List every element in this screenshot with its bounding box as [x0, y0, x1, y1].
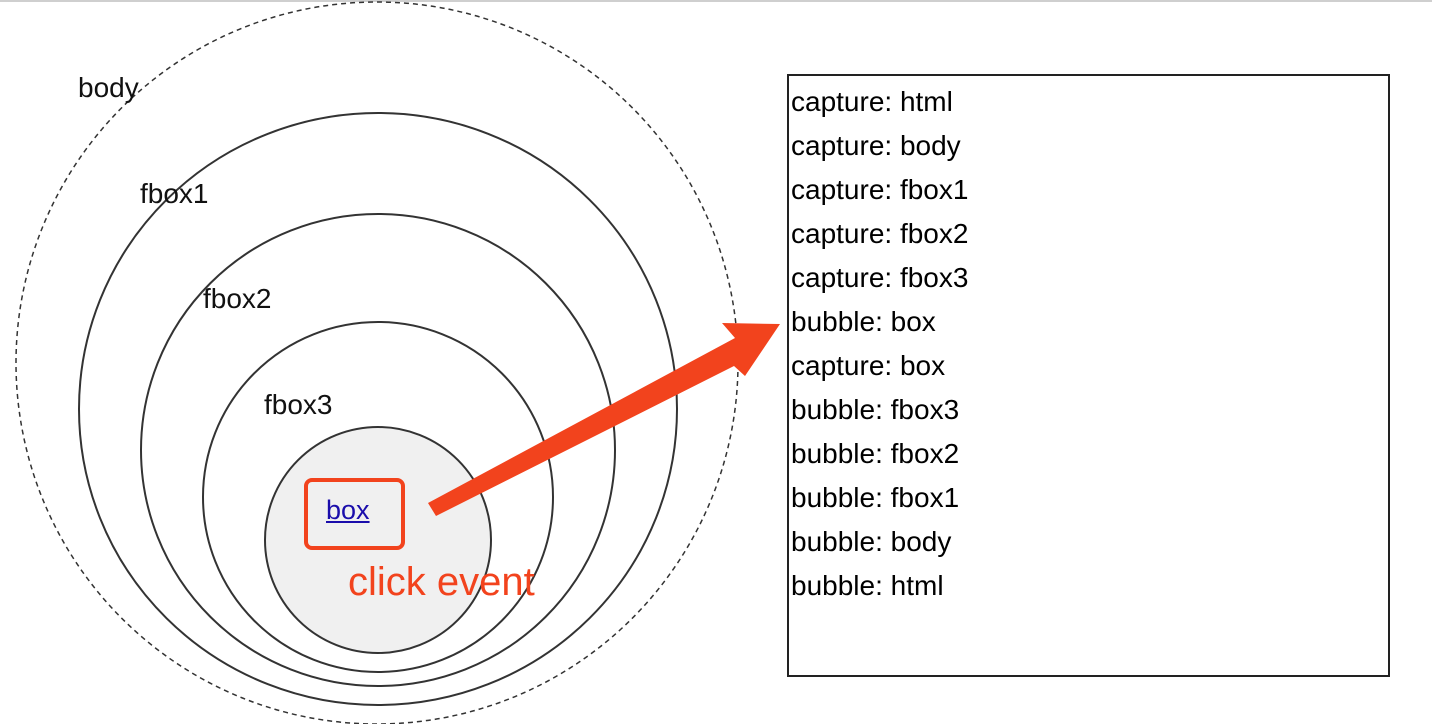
log-entry: capture: fbox3 [791, 262, 969, 293]
event-log-panel: capture: html capture: body capture: fbo… [787, 74, 1390, 677]
log-entry: bubble: box [791, 306, 936, 337]
log-entry: bubble: html [791, 570, 944, 601]
log-entry: capture: box [791, 350, 946, 381]
box-link[interactable]: box [326, 495, 370, 526]
diagonal-arrow [428, 323, 780, 516]
log-entry: bubble: fbox2 [791, 438, 960, 469]
log-entry: capture: body [791, 130, 961, 161]
fbox3-label: fbox3 [264, 389, 333, 420]
fbox1-label: fbox1 [140, 178, 209, 209]
log-entry: capture: html [791, 86, 953, 117]
log-entry: capture: fbox1 [791, 174, 969, 205]
log-entry: bubble: body [791, 526, 952, 557]
body-label: body [78, 72, 139, 103]
click-event-label: click event [348, 560, 535, 604]
fbox2-label: fbox2 [203, 283, 272, 314]
log-entry: bubble: fbox3 [791, 394, 960, 425]
event-log-list: capture: html capture: body capture: fbo… [791, 80, 968, 608]
log-entry: capture: fbox2 [791, 218, 969, 249]
log-entry: bubble: fbox1 [791, 482, 960, 513]
